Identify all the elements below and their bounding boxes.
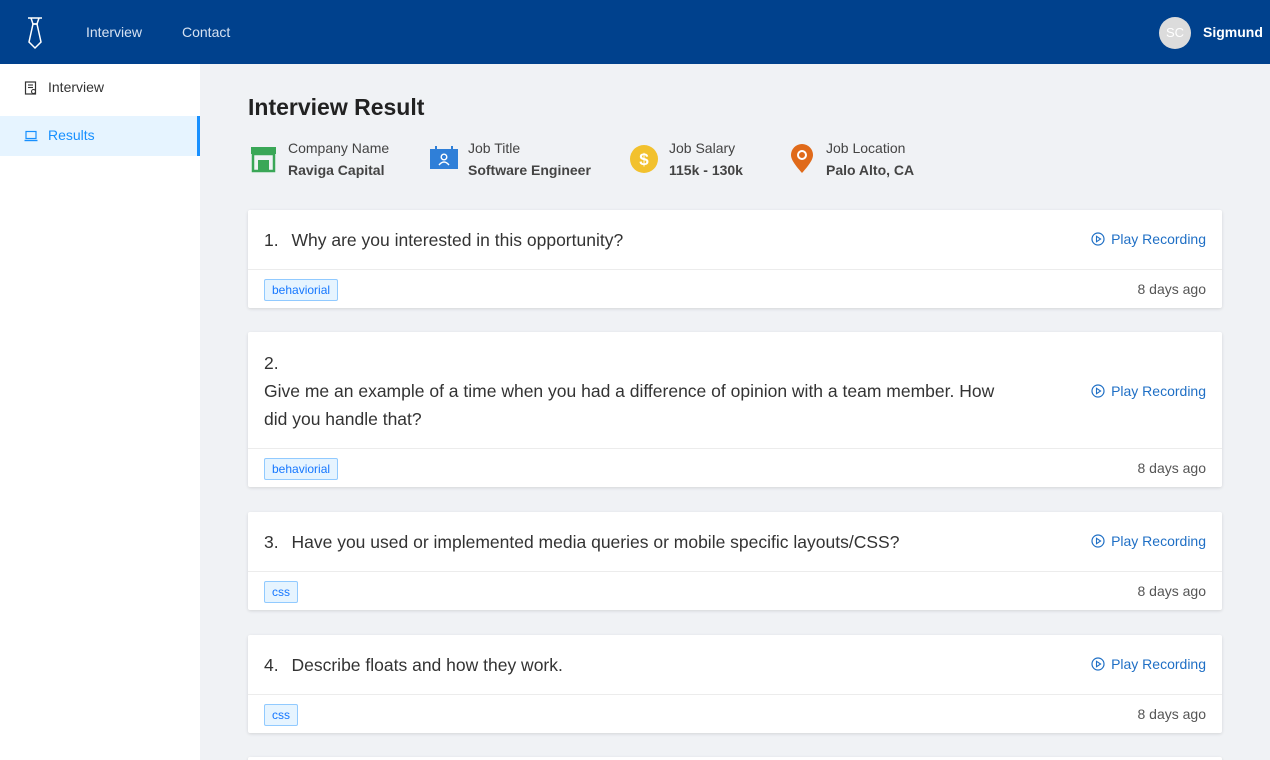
meta-company: Company Name Raviga Capital [250, 138, 410, 182]
meta-value: Raviga Capital [288, 162, 385, 178]
shop-icon [251, 147, 276, 173]
question-body: Why are you interested in this opportuni… [291, 230, 624, 250]
question-header: 2. Give me an example of a time when you… [248, 332, 1222, 449]
svg-text:$: $ [639, 150, 649, 169]
question-text: 4. Describe floats and how they work. [264, 651, 563, 679]
meta-value: Software Engineer [468, 162, 591, 178]
question-card: 4. Describe floats and how they work. Pl… [248, 635, 1222, 733]
meta-label: Job Title [468, 140, 521, 156]
play-recording-button[interactable]: Play Recording [1091, 382, 1206, 399]
page-title: Interview Result [248, 94, 425, 120]
calendar-user-icon [430, 146, 458, 169]
category-tag: css [264, 704, 298, 726]
question-footer: behaviorial 8 days ago [248, 270, 1222, 308]
timestamp: 8 days ago [1137, 281, 1207, 297]
question-number: 1. [264, 230, 279, 250]
question-footer: css 8 days ago [248, 572, 1222, 610]
question-header: 3. Have you used or implemented media qu… [248, 512, 1222, 572]
question-card: 1. Why are you interested in this opport… [248, 210, 1222, 308]
question-number: 3. [264, 532, 279, 552]
question-body: Have you used or implemented media queri… [291, 532, 900, 552]
question-header: 4. Describe floats and how they work. Pl… [248, 635, 1222, 695]
question-body: Describe floats and how they work. [291, 655, 563, 675]
top-bar: Interview Contact SC Sigmund [0, 0, 1270, 64]
question-footer: css 8 days ago [248, 695, 1222, 733]
category-tag: behaviorial [264, 458, 339, 480]
question-number: 4. [264, 655, 279, 675]
meta-job-location: Job Location Palo Alto, CA [790, 138, 930, 182]
sidebar-item-results[interactable]: Results [0, 116, 200, 156]
sidebar-item-label: Interview [48, 79, 105, 95]
timestamp: 8 days ago [1137, 460, 1207, 476]
meta-value: Palo Alto, CA [826, 162, 915, 178]
sidebar-item-interview[interactable]: Interview [0, 68, 200, 108]
meta-label: Job Location [826, 140, 906, 156]
question-text: 2. Give me an example of a time when you… [264, 349, 1064, 433]
meta-label: Company Name [288, 140, 390, 156]
laptop-icon [24, 130, 38, 142]
play-recording-label: Play Recording [1111, 383, 1206, 399]
meta-label: Job Salary [669, 140, 736, 156]
play-circle-icon [1091, 232, 1105, 246]
question-body-line: did you handle that? [264, 409, 422, 429]
question-header: 1. Why are you interested in this opport… [248, 210, 1222, 270]
topnav-contact-link[interactable]: Contact [182, 24, 230, 40]
timestamp: 8 days ago [1137, 706, 1207, 722]
question-body-line: Give me an example of a time when you ha… [264, 381, 995, 401]
meta-job-title: Job Title Software Engineer [430, 138, 610, 182]
category-tag: behaviorial [264, 279, 339, 301]
play-circle-icon [1091, 384, 1105, 398]
play-circle-icon [1091, 534, 1105, 548]
play-recording-button[interactable]: Play Recording [1091, 655, 1206, 672]
sidebar: Interview Results [0, 64, 200, 760]
question-card: 2. Give me an example of a time when you… [248, 332, 1222, 487]
tie-logo-icon[interactable] [24, 16, 46, 50]
question-footer: behaviorial 8 days ago [248, 449, 1222, 487]
dollar-coin-icon: $ [630, 145, 658, 173]
question-text: 1. Why are you interested in this opport… [264, 226, 623, 254]
play-recording-label: Play Recording [1111, 533, 1206, 549]
play-circle-icon [1091, 657, 1105, 671]
play-recording-label: Play Recording [1111, 656, 1206, 672]
meta-value: 115k - 130k [669, 162, 743, 178]
question-text: 3. Have you used or implemented media qu… [264, 528, 899, 556]
map-pin-icon [791, 144, 813, 173]
interview-form-icon [24, 81, 37, 95]
question-card: 3. Have you used or implemented media qu… [248, 512, 1222, 610]
question-number: 2. [264, 353, 279, 373]
play-recording-label: Play Recording [1111, 231, 1206, 247]
category-tag: css [264, 581, 298, 603]
topnav-interview-link[interactable]: Interview [86, 24, 142, 40]
timestamp: 8 days ago [1137, 583, 1207, 599]
meta-job-salary: $ Job Salary 115k - 130k [630, 138, 770, 182]
sidebar-item-label: Results [48, 127, 95, 143]
play-recording-button[interactable]: Play Recording [1091, 532, 1206, 549]
username[interactable]: Sigmund [1203, 24, 1263, 40]
avatar[interactable]: SC [1159, 17, 1191, 49]
play-recording-button[interactable]: Play Recording [1091, 230, 1206, 247]
